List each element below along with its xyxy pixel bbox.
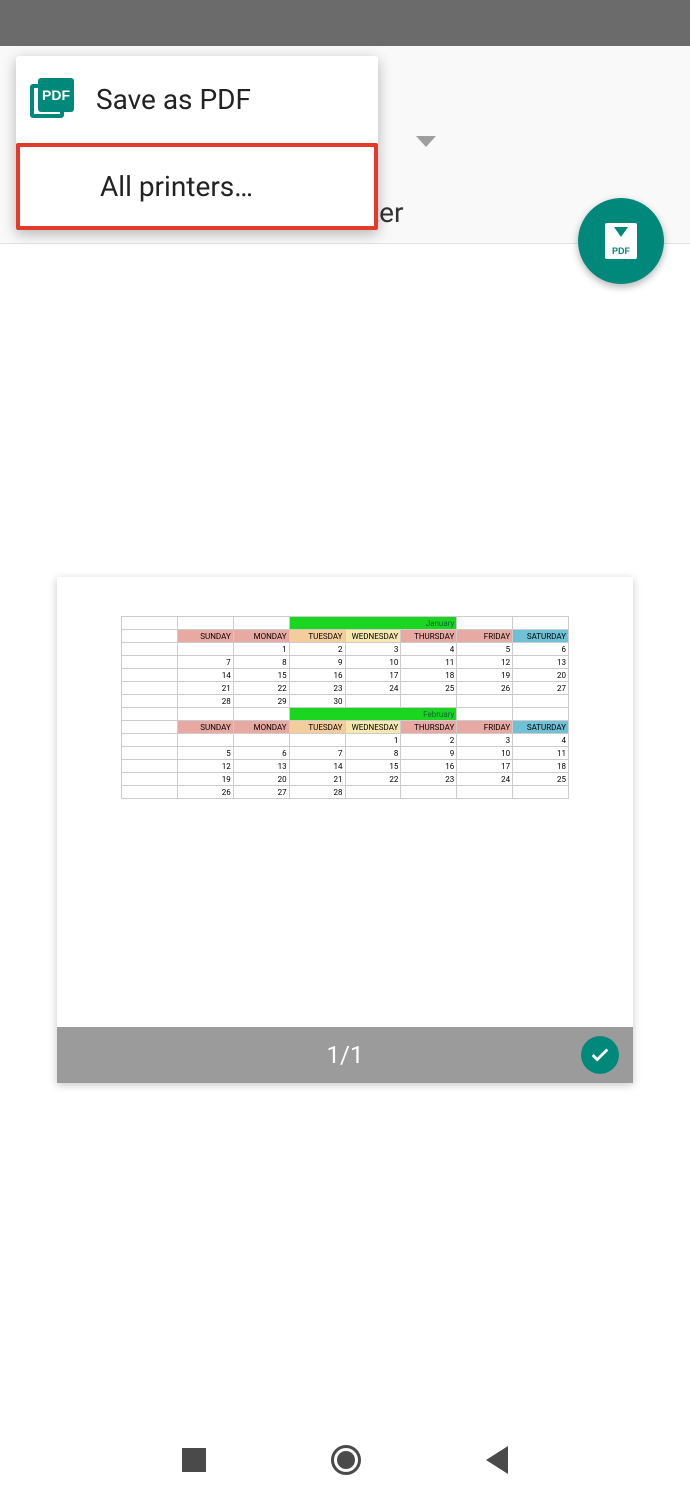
menu-item-save-as-pdf[interactable]: PDF Save as PDF (16, 56, 378, 143)
menu-item-label: All printers… (100, 170, 253, 203)
page-indicator: 1/1 (327, 1041, 364, 1069)
system-navbar (0, 1425, 690, 1495)
home-button[interactable] (331, 1445, 361, 1475)
recent-apps-button[interactable] (182, 1448, 206, 1472)
printer-dropdown-menu: PDF Save as PDF All printers… (16, 56, 378, 230)
chevron-down-icon[interactable] (416, 136, 436, 147)
preview-page[interactable]: JanuarySUNDAYMONDAYTUESDAYWEDNESDAYTHURS… (57, 577, 633, 1083)
save-pdf-fab[interactable] (578, 198, 664, 284)
menu-item-all-printers[interactable]: All printers… (16, 143, 378, 230)
menu-item-label: Save as PDF (96, 83, 251, 116)
status-bar (0, 0, 690, 46)
download-pdf-icon (605, 223, 637, 259)
back-button[interactable] (486, 1446, 508, 1474)
calendar-content: JanuarySUNDAYMONDAYTUESDAYWEDNESDAYTHURS… (121, 616, 569, 799)
page-footer: 1/1 (57, 1027, 633, 1083)
print-preview-area[interactable]: JanuarySUNDAYMONDAYTUESDAYWEDNESDAYTHURS… (0, 244, 690, 1425)
pdf-icon: PDF (30, 78, 74, 122)
page-selected-check-icon[interactable] (581, 1036, 619, 1074)
